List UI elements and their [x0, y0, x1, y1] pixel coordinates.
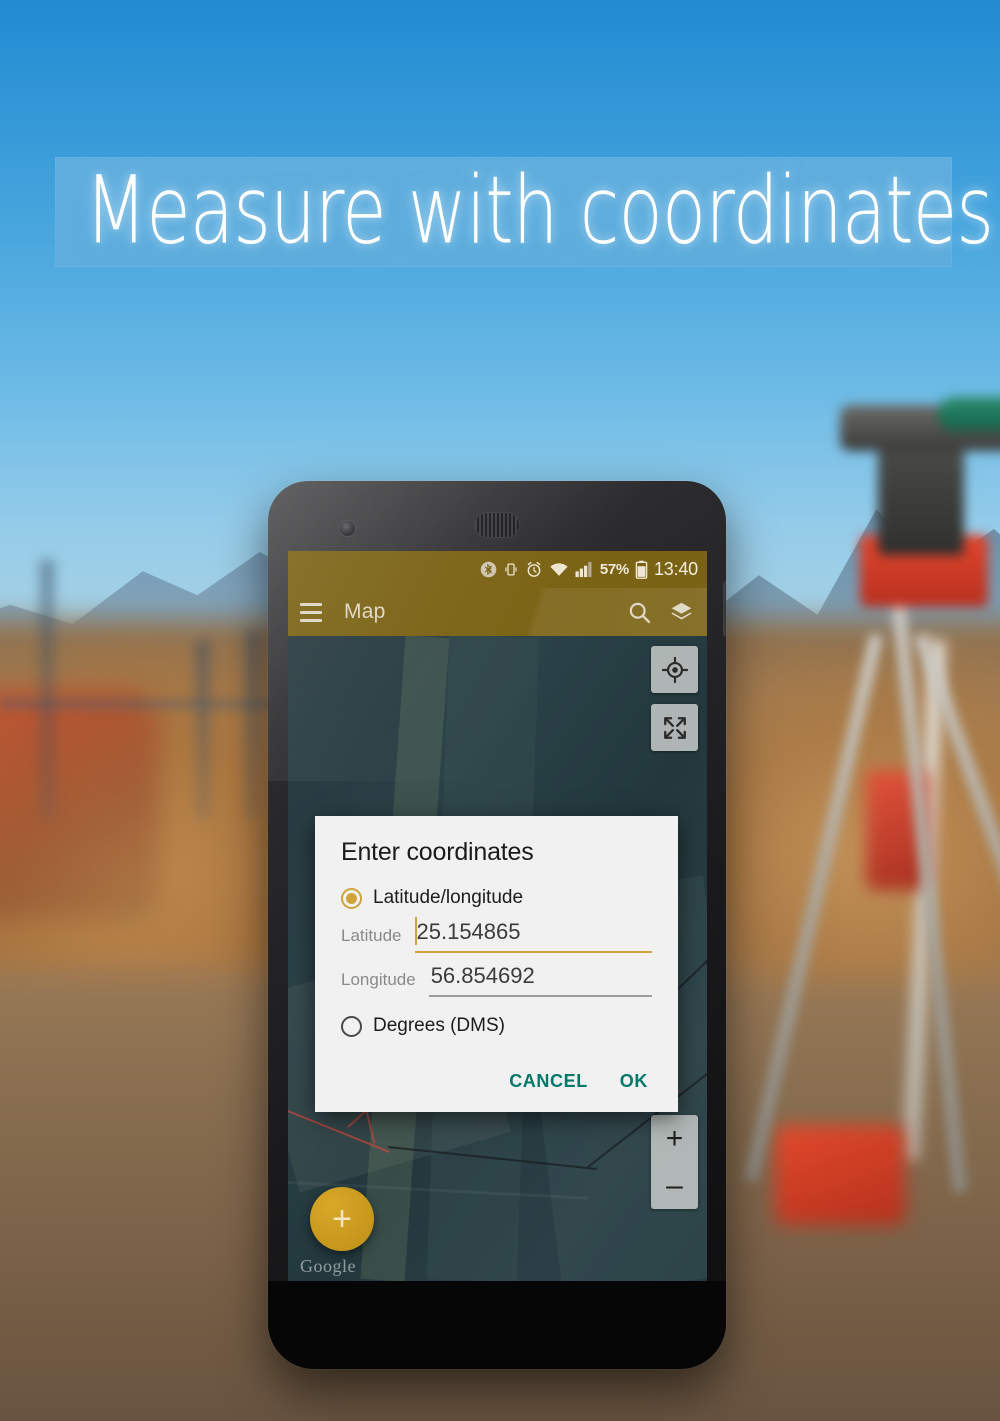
earpiece-speaker: [475, 513, 519, 537]
latitude-row[interactable]: Latitude 25.154865: [341, 917, 652, 953]
hamburger-menu-icon[interactable]: [300, 602, 322, 622]
zoom-controls[interactable]: + –: [651, 1115, 698, 1209]
layers-icon[interactable]: [668, 600, 695, 625]
radio-dms-label: Degrees (DMS): [373, 1015, 505, 1036]
alarm-icon: [525, 560, 543, 579]
tripod-leg: [892, 604, 967, 1193]
page-title: Map: [344, 600, 386, 623]
phone-device: 57% 13:40 Map Google + – + Enter coordin…: [268, 481, 726, 1369]
excavator: [0, 690, 160, 920]
google-attribution: Google: [300, 1256, 356, 1276]
my-location-icon[interactable]: [651, 646, 698, 693]
map-canvas[interactable]: Google + – + Enter coordinates Latitude/…: [288, 636, 707, 1281]
radio-unselected-icon[interactable]: [341, 1015, 362, 1037]
front-camera: [340, 521, 355, 536]
utility-pole-2: [196, 640, 210, 820]
latitude-input[interactable]: 25.154865: [414, 917, 652, 953]
search-icon[interactable]: [627, 600, 652, 625]
latitude-label: Latitude: [341, 926, 402, 945]
tripod-instrument-body: [878, 445, 964, 555]
phone-bottom-bezel: [268, 1281, 726, 1369]
fence-line: [0, 700, 300, 708]
app-bar: Map: [288, 588, 707, 636]
signal-icon: [575, 561, 594, 578]
status-clock: 13:40: [653, 559, 698, 579]
battery-percent-label: 57%: [599, 561, 629, 578]
cancel-button[interactable]: CANCEL: [509, 1071, 588, 1092]
add-point-fab[interactable]: +: [310, 1187, 374, 1251]
enter-coordinates-dialog: Enter coordinates Latitude/longitude Lat…: [315, 816, 678, 1112]
surveying-tripod: [744, 395, 1000, 1195]
radio-dms-option[interactable]: Degrees (DMS): [341, 1015, 652, 1037]
dialog-title: Enter coordinates: [341, 838, 534, 866]
ok-button[interactable]: OK: [620, 1071, 648, 1092]
utility-pole-1: [40, 560, 54, 820]
longitude-row[interactable]: Longitude 56.854692: [341, 963, 652, 997]
dialog-action-bar: CANCEL OK: [341, 1045, 652, 1102]
wifi-icon: [549, 561, 569, 578]
zoom-in-button[interactable]: +: [651, 1115, 698, 1162]
fullscreen-expand-icon[interactable]: [651, 704, 698, 751]
status-bar: 57% 13:40: [288, 551, 707, 588]
phone-screen: 57% 13:40 Map Google + – + Enter coordin…: [288, 551, 707, 1281]
longitude-label: Longitude: [341, 970, 416, 989]
status-icon-group: [480, 560, 594, 579]
radio-selected-icon[interactable]: [341, 887, 362, 909]
tripod-green-cap: [938, 397, 1000, 431]
vibrate-icon: [503, 560, 519, 579]
promo-screenshot: Measure with coordinates 57% 13:40 Map G…: [0, 0, 1000, 1421]
battery-icon: [635, 560, 648, 579]
radio-latlong-option[interactable]: Latitude/longitude: [341, 887, 652, 909]
radio-latlong-label: Latitude/longitude: [373, 887, 524, 908]
utility-pole-3: [246, 630, 260, 820]
headline-text: Measure with coordinates: [84, 157, 994, 266]
bluetooth-icon: [480, 560, 497, 579]
zoom-out-button[interactable]: –: [651, 1162, 698, 1209]
power-button[interactable]: [723, 581, 726, 637]
longitude-input[interactable]: 56.854692: [428, 963, 652, 997]
